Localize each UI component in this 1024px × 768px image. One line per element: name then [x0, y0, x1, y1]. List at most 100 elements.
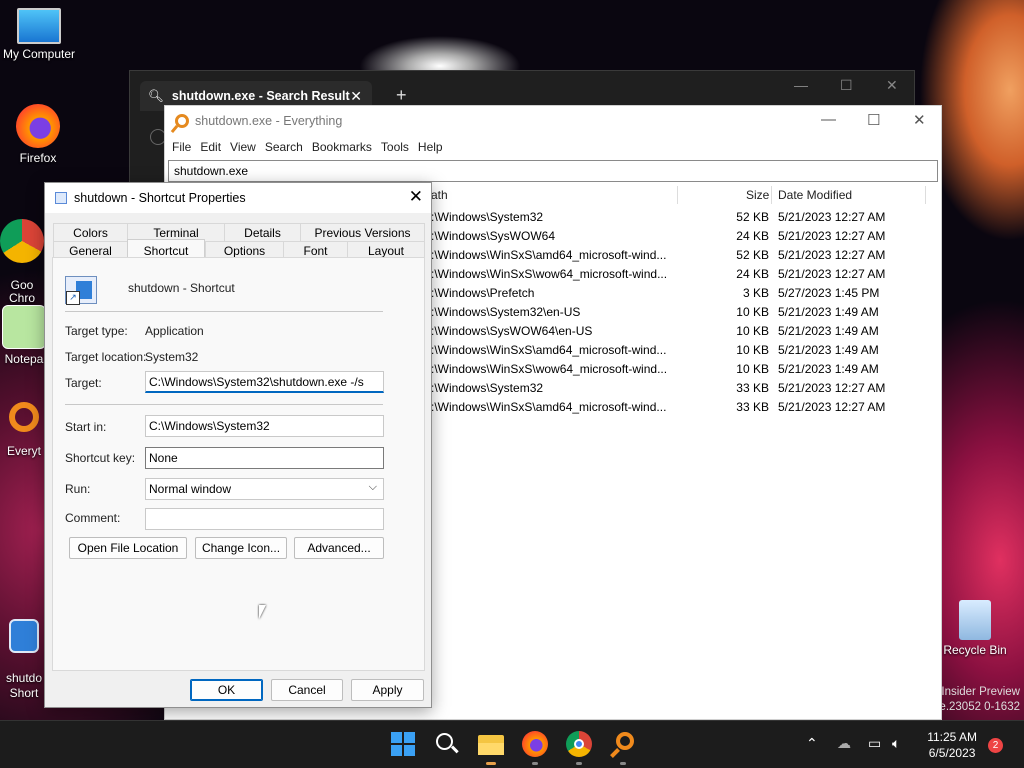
magnifier-icon	[9, 402, 39, 432]
menu-view[interactable]: View	[230, 140, 263, 154]
result-date: 5/21/2023 12:27 AM	[778, 229, 886, 243]
desktop-icon-firefox[interactable]: Firefox	[0, 104, 76, 165]
everything-icon[interactable]	[610, 731, 636, 765]
maximize-icon[interactable]: ☐	[840, 77, 853, 94]
desktop-icon-label: Firefox	[19, 151, 57, 165]
desktop-icon-recycle-bin[interactable]: Recycle Bin	[937, 600, 1013, 657]
open-file-location-button[interactable]: Open File Location	[69, 537, 187, 559]
result-date: 5/21/2023 12:27 AM	[778, 400, 886, 414]
volume-icon[interactable]: 🔈︎	[892, 735, 900, 752]
column-size[interactable]: Size	[746, 188, 769, 202]
target-field[interactable]: C:\Windows\System32\shutdown.exe -/s	[145, 371, 384, 393]
chevron-up-icon[interactable]: ⌃	[806, 735, 818, 752]
run-select[interactable]: Normal window ⌵	[145, 478, 384, 500]
result-size: 10 KB	[736, 324, 769, 338]
clock-date: 6/5/2023	[928, 746, 976, 760]
notification-badge[interactable]: 2	[988, 738, 1003, 753]
shortcut-small-icon	[55, 192, 67, 204]
mouse-cursor-icon	[259, 605, 273, 619]
result-date: 5/21/2023 1:49 AM	[778, 324, 879, 338]
ok-button[interactable]: OK	[190, 679, 263, 701]
menu-help[interactable]: Help	[418, 140, 450, 154]
result-path: :\Windows\SysWOW64	[431, 229, 556, 243]
shortcut-key-field[interactable]: None	[145, 447, 384, 469]
menu-search[interactable]: Search	[265, 140, 310, 154]
apply-button[interactable]: Apply	[351, 679, 424, 701]
close-icon[interactable]: ✕	[409, 187, 423, 207]
shortcut-properties-dialog[interactable]: shutdown - Shortcut Properties ✕ Colors …	[44, 182, 432, 708]
cancel-button[interactable]: Cancel	[271, 679, 343, 701]
column-separator[interactable]	[925, 186, 926, 204]
start-button-windows-icon[interactable]	[390, 731, 416, 757]
result-size: 3 KB	[742, 286, 769, 300]
result-date: 5/21/2023 12:27 AM	[778, 267, 886, 281]
advanced-button[interactable]: Advanced...	[294, 537, 384, 559]
result-size: 33 KB	[736, 381, 769, 395]
result-date: 5/27/2023 1:45 PM	[778, 286, 880, 300]
menu-bookmarks[interactable]: Bookmarks	[312, 140, 379, 154]
column-separator[interactable]	[677, 186, 678, 204]
menu-file[interactable]: File	[172, 140, 198, 154]
chevron-down-icon: ⌵	[368, 481, 377, 493]
firefox-icon	[16, 104, 60, 148]
menu-edit[interactable]: Edit	[200, 140, 228, 154]
run-select-value: Normal window	[149, 482, 232, 496]
everything-title: shutdown.exe - Everything	[195, 114, 343, 128]
result-date: 5/21/2023 12:27 AM	[778, 210, 886, 224]
result-path: :\Windows\WinSxS\wow64_microsoft-wind...	[431, 362, 668, 376]
result-date: 5/21/2023 12:27 AM	[778, 381, 886, 395]
new-tab-button[interactable]: +	[396, 85, 407, 106]
result-path: :\Windows\WinSxS\amd64_microsoft-wind...	[431, 248, 667, 262]
close-icon[interactable]: ✕	[913, 111, 926, 129]
result-path: :\Windows\System32	[431, 210, 544, 224]
explorer-tab-title: shutdown.exe - Search Result	[171, 89, 350, 103]
result-path: :\Windows\Prefetch	[431, 286, 535, 300]
result-size: 24 KB	[736, 229, 769, 243]
result-date: 5/21/2023 1:49 AM	[778, 343, 879, 357]
result-size: 52 KB	[736, 210, 769, 224]
shortcut-icon	[65, 276, 97, 305]
everything-search-input[interactable]: shutdown.exe	[168, 160, 938, 182]
change-icon-button[interactable]: Change Icon...	[195, 537, 287, 559]
tab-row-back: Colors Terminal Details Previous Version…	[53, 223, 425, 241]
shortcut-name: shutdown - Shortcut	[128, 281, 235, 295]
search-icon[interactable]	[434, 731, 460, 757]
chrome-icon[interactable]	[566, 731, 592, 765]
clock[interactable]: 11:25 AM 6/5/2023	[927, 729, 977, 761]
target-location-label: Target location:	[65, 350, 147, 364]
result-date: 5/21/2023 1:49 AM	[778, 362, 879, 376]
menu-tools[interactable]: Tools	[381, 140, 416, 154]
onedrive-icon[interactable]: ☁	[837, 735, 851, 752]
result-path: :\Windows\System32\en-US	[431, 305, 581, 319]
result-date: 5/21/2023 12:27 AM	[778, 248, 886, 262]
target-type-value: Application	[145, 324, 204, 338]
minimize-icon[interactable]: —	[794, 77, 808, 93]
result-path: :\Windows\WinSxS\wow64_microsoft-wind...	[431, 267, 668, 281]
recycle-bin-icon	[959, 600, 991, 640]
column-separator[interactable]	[771, 186, 772, 204]
column-date-modified[interactable]: Date Modified	[778, 188, 852, 202]
comment-field[interactable]	[145, 508, 384, 530]
column-path[interactable]: ath	[431, 188, 448, 202]
result-size: 10 KB	[736, 362, 769, 376]
target-label: Target:	[65, 376, 102, 390]
tab-previous-versions[interactable]: Previous Versions	[300, 223, 425, 241]
monitor-icon	[17, 8, 61, 44]
network-icon[interactable]: ▭	[868, 735, 881, 752]
tab-colors[interactable]: Colors	[53, 223, 127, 241]
desktop-icon-my-computer[interactable]: My Computer	[1, 8, 77, 61]
everything-app-icon	[175, 114, 189, 128]
firefox-icon[interactable]	[522, 731, 548, 765]
tab-details[interactable]: Details	[224, 223, 300, 241]
target-type-label: Target type:	[65, 324, 128, 338]
divider	[65, 404, 383, 405]
result-size: 33 KB	[736, 400, 769, 414]
maximize-icon[interactable]: ☐	[867, 111, 880, 129]
everything-menu-bar: File Edit View Search Bookmarks Tools He…	[165, 136, 941, 158]
start-in-field[interactable]: C:\Windows\System32	[145, 415, 384, 437]
close-icon[interactable]: ✕	[886, 77, 898, 94]
close-tab-icon[interactable]: ✕	[350, 88, 362, 105]
minimize-icon[interactable]: —	[821, 111, 836, 128]
file-explorer-icon[interactable]	[478, 731, 504, 765]
comment-label: Comment:	[65, 511, 121, 525]
